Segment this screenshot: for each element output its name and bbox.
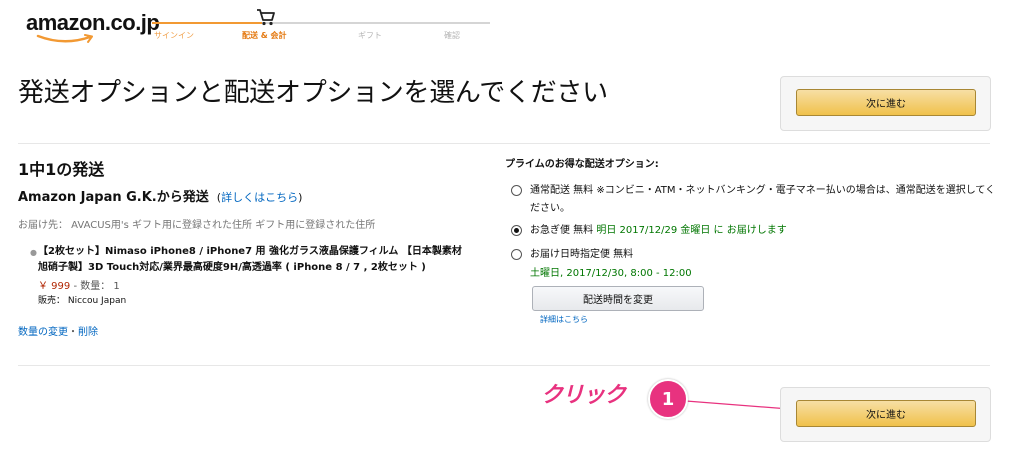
option-express-label: お急ぎ便 無料 [530, 225, 594, 236]
delivery-options-heading: プライムのお得な配送オプション: [505, 159, 659, 170]
cart-icon [257, 9, 275, 26]
divider [18, 143, 990, 144]
seller-name: 販売： Niccou Japan [38, 296, 127, 306]
step-signin: サインイン [154, 31, 194, 40]
seller-line: Amazon Japan G.K.から発送 (詳しくはこちら) [18, 190, 303, 205]
divider [18, 365, 990, 366]
progress-done-line [152, 22, 262, 24]
step-confirm: 確認 [444, 31, 460, 40]
product-name: 【2枚セット】Nimaso iPhone8 / iPhone7 用 強化ガラス液… [38, 246, 462, 273]
continue-box-bottom: 次に進む [780, 387, 991, 442]
delivery-address: お届け先： AVACUS用's ギフト用に登録された住所 ギフト用に登録された住… [18, 220, 376, 231]
step-gift: ギフト [358, 31, 382, 40]
radio-express-shipping[interactable] [511, 225, 522, 236]
logo-text: amazon.co.jp [26, 10, 160, 35]
step-shipping: 配送 & 会計 [242, 31, 287, 40]
option-standard-label: 通常配送 無料 ※コンビニ・ATM・ネットバンキング・電子マネー払いの場合は、通… [530, 185, 996, 214]
shipment-title: 1中1の発送 [18, 160, 105, 179]
seller-details-link[interactable]: 詳しくはこちら [221, 191, 298, 204]
quantity-actions: 数量の変更・削除 [18, 327, 98, 338]
delete-link[interactable]: 削除 [78, 327, 98, 338]
checkout-progress: サインイン 配送 & 会計 ギフト 確認 [152, 9, 490, 46]
product-price: ￥ 999 [38, 281, 71, 292]
option-express-date: 明日 2017/12/29 金曜日 に お届けします [596, 225, 787, 236]
option-scheduled-label: お届け日時指定便 無料 [530, 249, 634, 260]
radio-scheduled-shipping[interactable] [511, 249, 522, 260]
bullet-icon: ● [30, 248, 37, 257]
change-delivery-time-button[interactable]: 配送時間を変更 [532, 286, 704, 311]
continue-button-top[interactable]: 次に進む [796, 89, 976, 116]
amazon-logo[interactable]: amazon.co.jp [26, 10, 160, 44]
change-quantity-link[interactable]: 数量の変更 [18, 327, 68, 338]
options-details-link[interactable]: 詳細はこちら [540, 314, 588, 325]
click-annotation-label: クリック [541, 383, 626, 408]
progress-todo-line [262, 22, 490, 24]
option-express: お急ぎ便 無料 明日 2017/12/29 金曜日 に お届けします [530, 222, 787, 240]
continue-button-bottom[interactable]: 次に進む [796, 400, 976, 427]
product-quantity: - 数量： 1 [73, 281, 120, 292]
continue-box-top: 次に進む [780, 76, 991, 131]
annotation-step-badge: 1 [648, 379, 688, 419]
price-line: ￥ 999 - 数量： 1 [38, 277, 120, 292]
option-scheduled-date: 土曜日, 2017/12/30, 8:00 - 12:00 [530, 268, 692, 279]
seller-prefix: Amazon Japan G.K.から発送 [18, 190, 209, 205]
radio-standard-shipping[interactable] [511, 185, 522, 196]
smile-arrow-icon [36, 34, 93, 43]
page-title: 発送オプションと配送オプションを選んでください [18, 78, 608, 108]
